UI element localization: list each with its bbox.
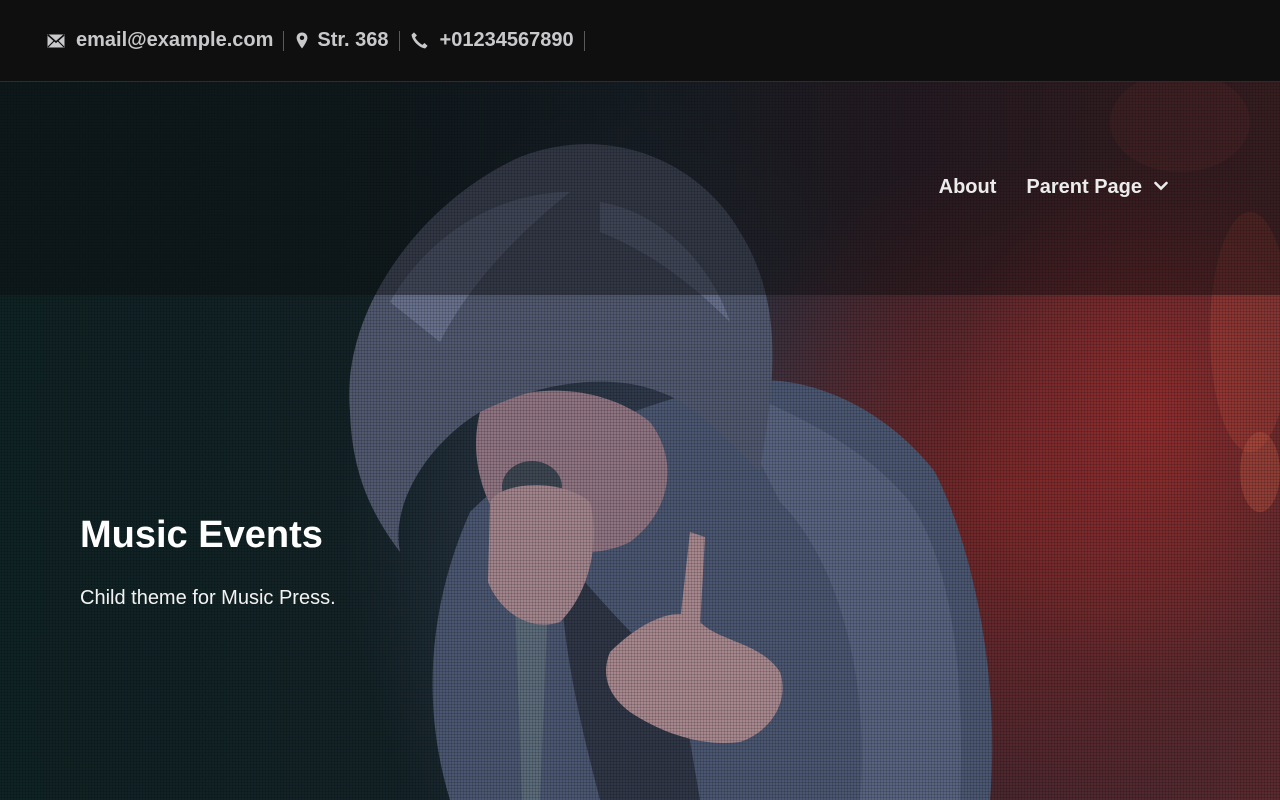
contact-address-text: Str. 368 bbox=[317, 29, 389, 51]
envelope-icon bbox=[46, 31, 66, 51]
nav-item-about[interactable]: About bbox=[939, 176, 997, 199]
site-title[interactable]: Music Events bbox=[80, 514, 323, 557]
contact-address: Str. 368 bbox=[294, 29, 400, 51]
nav-item-parent-page-label[interactable]: Parent Page bbox=[1026, 176, 1142, 199]
contact-email-link[interactable]: email@example.com bbox=[46, 29, 285, 51]
map-pin-icon bbox=[294, 31, 310, 51]
main-navigation: About Parent Page bbox=[939, 176, 1168, 199]
contact-email-text: email@example.com bbox=[76, 29, 274, 51]
chevron-down-icon[interactable] bbox=[1154, 181, 1168, 191]
contact-bar: email@example.com Str. 368 +01234567890 bbox=[0, 0, 1280, 82]
phone-icon bbox=[410, 31, 430, 51]
hero-section: About Parent Page Music Events Child the… bbox=[0, 82, 1280, 800]
contact-phone-link[interactable]: +01234567890 bbox=[410, 29, 585, 51]
contact-phone-text: +01234567890 bbox=[439, 29, 574, 51]
site-tagline: Child theme for Music Press. bbox=[80, 587, 336, 609]
nav-item-parent-page[interactable]: Parent Page bbox=[1026, 176, 1168, 199]
